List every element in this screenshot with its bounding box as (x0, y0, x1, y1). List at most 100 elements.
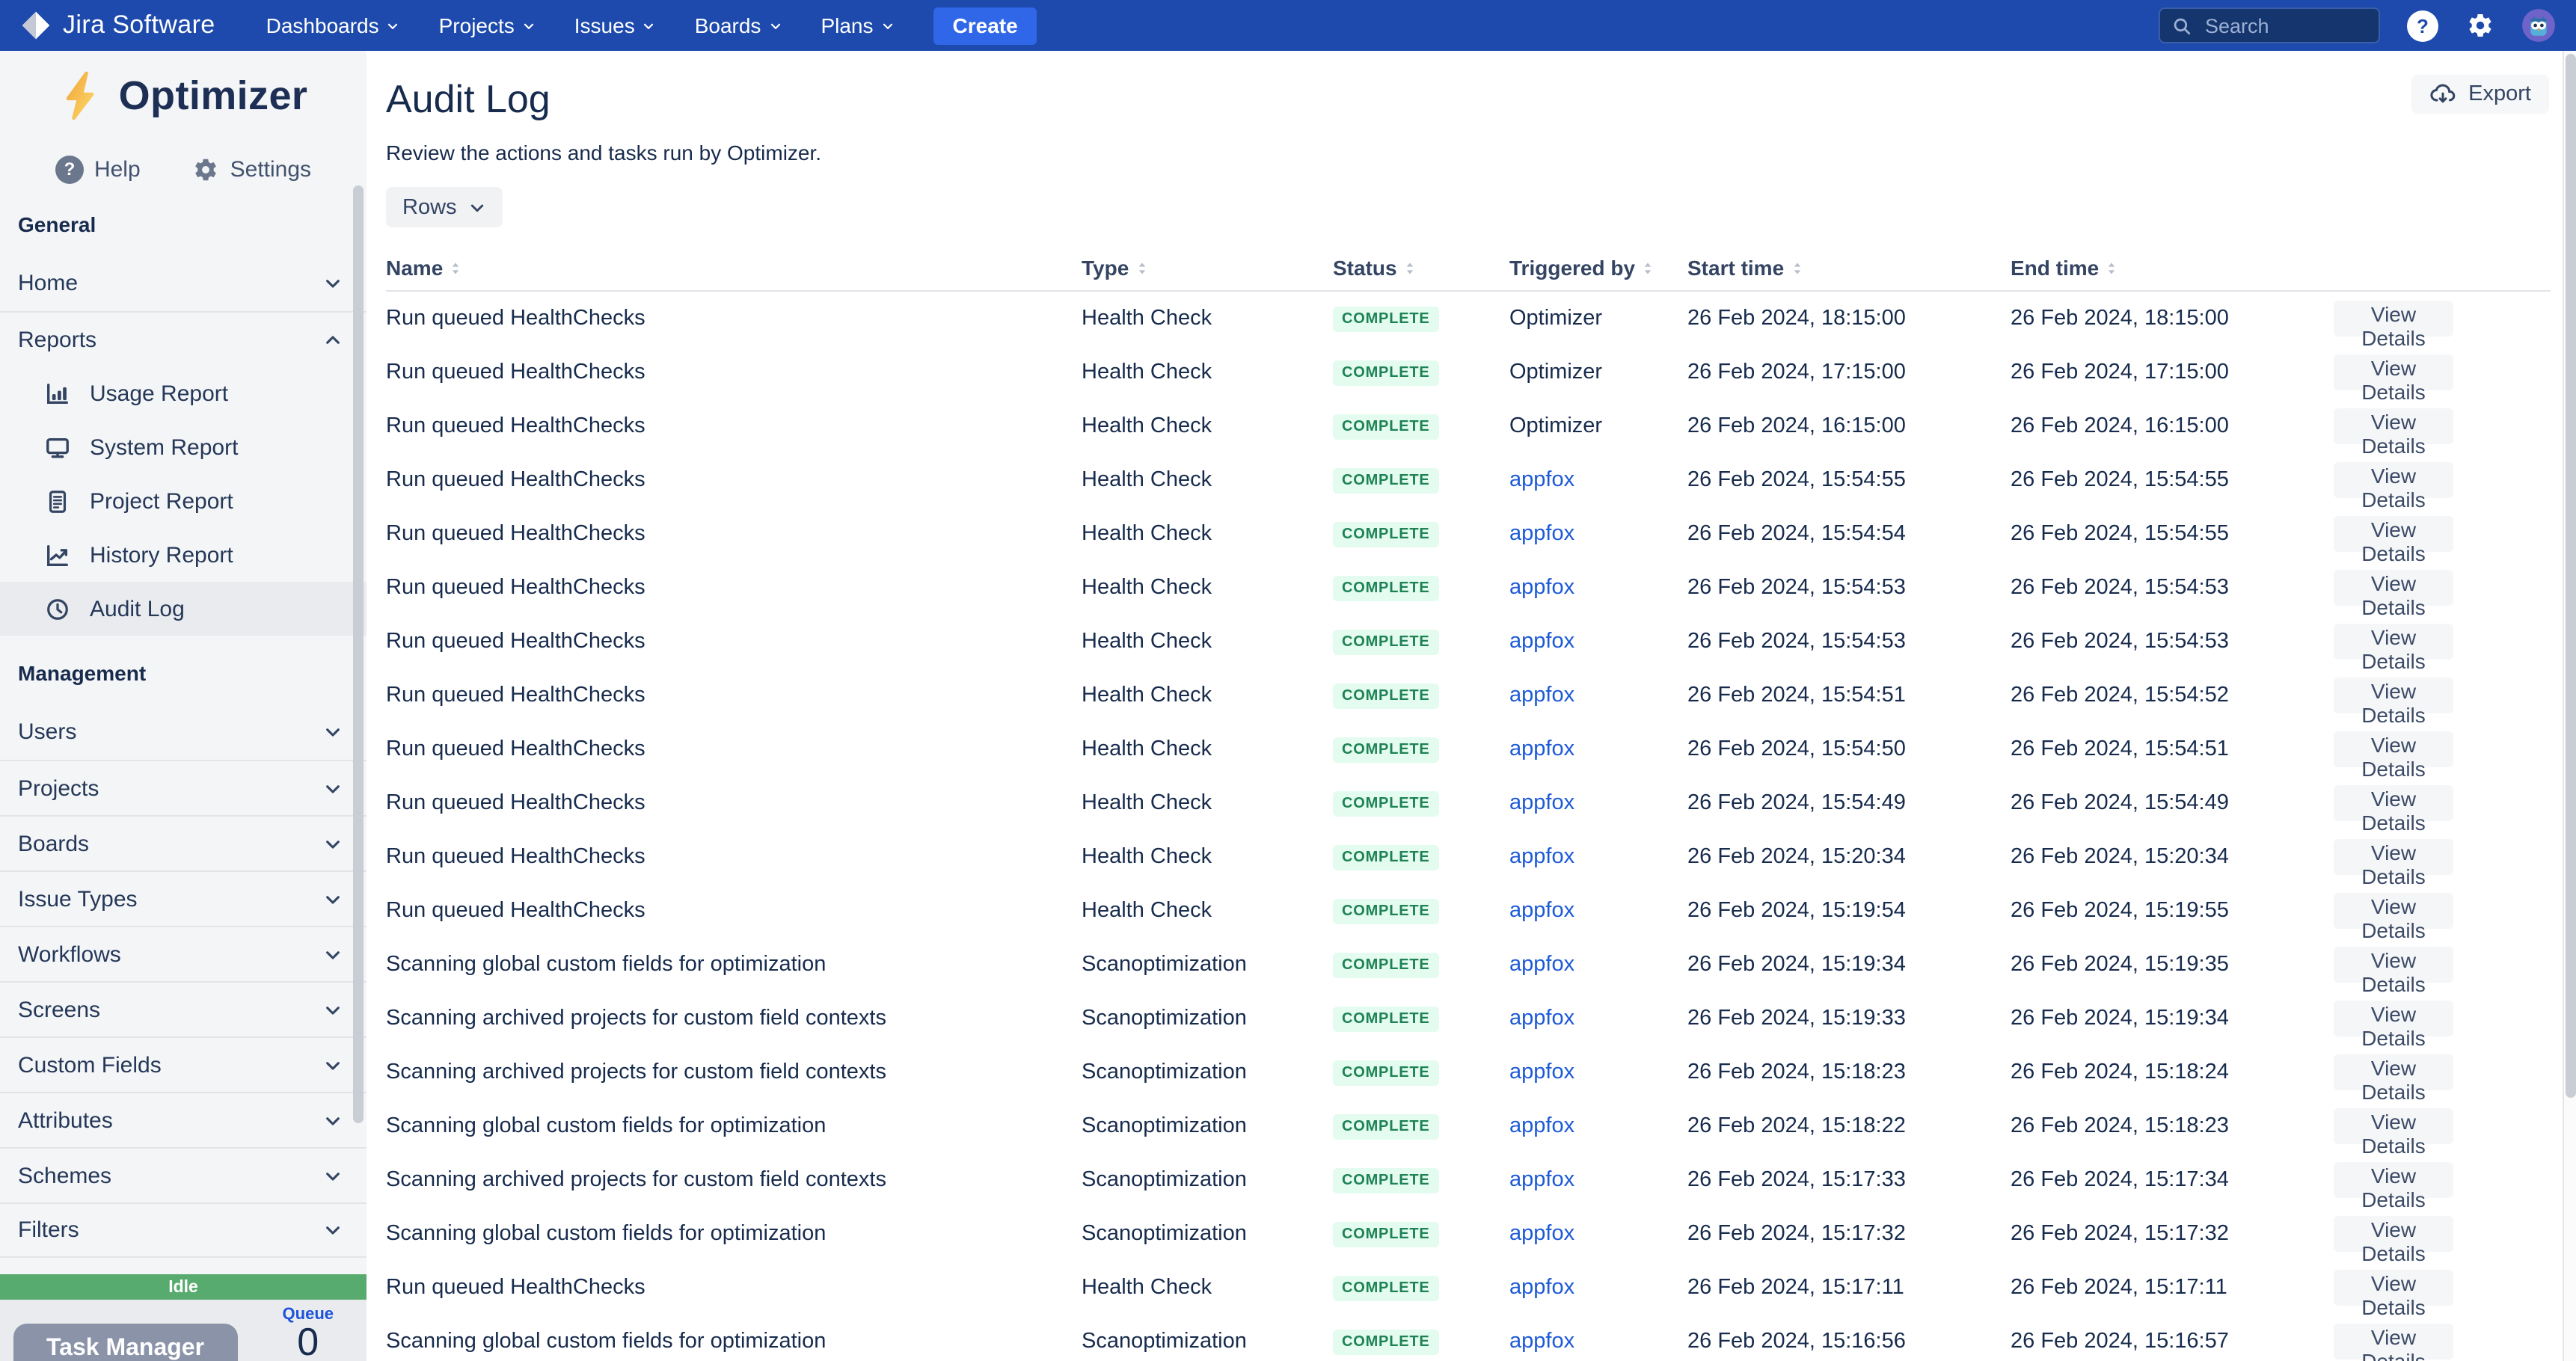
sidebar-item-schemes[interactable]: Schemes (0, 1147, 367, 1202)
view-details-button[interactable]: View Details (2334, 1054, 2453, 1104)
view-details-button[interactable]: View Details (2334, 1216, 2453, 1265)
cell-type: Scanoptimization (1082, 1114, 1247, 1138)
rows-dropdown[interactable]: Rows (386, 187, 503, 227)
sidebar-item-audit-log[interactable]: Audit Log (0, 582, 367, 636)
gear-icon[interactable] (2465, 10, 2495, 40)
table-row: Run queued HealthChecks Health Check COMPL… (386, 722, 2551, 781)
sidebar-sublist-reports: Usage Report System Report Project Report H… (0, 366, 367, 636)
sidebar-item-reports[interactable]: Reports (0, 311, 367, 366)
sidebar-item-workflows[interactable]: Workflows (0, 926, 367, 981)
create-button[interactable]: Create (933, 7, 1037, 44)
view-details-button[interactable]: View Details (2334, 731, 2453, 781)
nav-item-plans[interactable]: Plans (821, 13, 894, 37)
cell-status: COMPLETE (1333, 1328, 1509, 1355)
triggered-by-link[interactable]: appfox (1509, 683, 1574, 707)
chevron-down-icon (323, 834, 343, 853)
nav-item-issues[interactable]: Issues (574, 13, 656, 37)
sidebar-item-boards[interactable]: Boards (0, 815, 367, 870)
triggered-by-link[interactable]: appfox (1509, 1060, 1574, 1084)
column-header-status[interactable]: Status (1333, 256, 1509, 280)
view-details-button[interactable]: View Details (2334, 408, 2453, 458)
document-icon (45, 488, 70, 514)
column-header-end-time[interactable]: End time (2011, 256, 2334, 280)
sidebar-item-custom-fields[interactable]: Custom Fields (0, 1036, 367, 1092)
nav-item-dashboards[interactable]: Dashboards (266, 13, 400, 37)
triggered-by-link[interactable]: appfox (1509, 576, 1574, 600)
cell-triggered-by: appfox (1509, 899, 1687, 923)
search-box[interactable] (2159, 7, 2380, 43)
triggered-by-link[interactable]: appfox (1509, 522, 1574, 546)
export-button[interactable]: Export (2411, 75, 2549, 114)
monitor-icon (45, 434, 70, 460)
sidebar-item-system-report[interactable]: System Report (0, 420, 367, 474)
task-manager-button[interactable]: Task Manager (13, 1324, 238, 1361)
sidebar-item-history-report[interactable]: History Report (0, 528, 367, 582)
sidebar-item-home[interactable]: Home (0, 256, 367, 311)
sidebar-item-project-report[interactable]: Project Report (0, 474, 367, 528)
triggered-by-link[interactable]: appfox (1509, 953, 1574, 977)
triggered-by-link[interactable]: appfox (1509, 1007, 1574, 1030)
triggered-by-link[interactable]: appfox (1509, 1168, 1574, 1192)
section-label-management: Management (18, 661, 147, 685)
sidebar-item-users[interactable]: Users (0, 704, 367, 760)
triggered-by-link[interactable]: appfox (1509, 737, 1574, 761)
cell-start-time: 26 Feb 2024, 15:18:23 (1687, 1060, 1906, 1084)
sidebar: Optimizer ? Help Settings General Home Rep… (0, 51, 367, 1361)
column-header-start-time[interactable]: Start time (1687, 256, 2011, 280)
view-details-button[interactable]: View Details (2334, 462, 2453, 511)
view-details-button[interactable]: View Details (2334, 354, 2453, 404)
user-avatar[interactable] (2522, 9, 2555, 42)
sidebar-item-filters[interactable]: Filters (0, 1202, 367, 1258)
triggered-by-link[interactable]: appfox (1509, 845, 1574, 869)
table-row: Run queued HealthChecks Health Check COMPL… (386, 345, 2551, 404)
search-input[interactable] (2202, 13, 2367, 38)
cell-status: COMPLETE (1333, 359, 1509, 386)
triggered-by-link[interactable]: appfox (1509, 1222, 1574, 1246)
cell-status: COMPLETE (1333, 1005, 1509, 1032)
nav-item-boards[interactable]: Boards (695, 13, 782, 37)
column-header-type[interactable]: Type (1082, 256, 1333, 280)
topnav-menu: Dashboards Projects Issues Boards Plans (266, 13, 933, 37)
view-details-button[interactable]: View Details (2334, 893, 2453, 942)
view-details-button[interactable]: View Details (2334, 301, 2453, 350)
sidebar-item-issue-types[interactable]: Issue Types (0, 870, 367, 926)
cell-triggered-by: appfox (1509, 1330, 1687, 1354)
sidebar-scrollbar[interactable] (353, 185, 364, 1123)
triggered-by-link[interactable]: appfox (1509, 1330, 1574, 1354)
view-details-button[interactable]: View Details (2334, 624, 2453, 673)
view-details-button[interactable]: View Details (2334, 785, 2453, 835)
view-details-button[interactable]: View Details (2334, 1162, 2453, 1211)
view-details-button[interactable]: View Details (2334, 1270, 2453, 1319)
column-header-triggered-by[interactable]: Triggered by (1509, 256, 1687, 280)
table-row: Scanning global custom fields for optimi… (386, 1207, 2551, 1265)
page-scrollbar-thumb[interactable] (2566, 54, 2576, 1098)
triggered-by-link[interactable]: appfox (1509, 791, 1574, 815)
view-details-button[interactable]: View Details (2334, 947, 2453, 996)
help-icon[interactable]: ? (2407, 10, 2438, 41)
cell-end-time: 26 Feb 2024, 15:54:55 (2011, 468, 2229, 492)
view-details-button[interactable]: View Details (2334, 678, 2453, 727)
triggered-by-text: Optimizer (1509, 360, 1603, 384)
view-details-button[interactable]: View Details (2334, 839, 2453, 888)
page-scrollbar[interactable] (2563, 51, 2576, 1361)
view-details-button[interactable]: View Details (2334, 1001, 2453, 1050)
triggered-by-link[interactable]: appfox (1509, 630, 1574, 654)
triggered-by-link[interactable]: appfox (1509, 1276, 1574, 1300)
nav-item-projects[interactable]: Projects (439, 13, 536, 37)
column-header-name[interactable]: Name (386, 256, 1082, 280)
cell-triggered-by: appfox (1509, 845, 1687, 869)
view-details-button[interactable]: View Details (2334, 570, 2453, 619)
sidebar-item-projects[interactable]: Projects (0, 760, 367, 815)
view-details-button[interactable]: View Details (2334, 1108, 2453, 1158)
sidebar-settings-button[interactable]: Settings (191, 155, 311, 183)
view-details-button[interactable]: View Details (2334, 516, 2453, 565)
sidebar-item-attributes[interactable]: Attributes (0, 1092, 367, 1147)
triggered-by-link[interactable]: appfox (1509, 468, 1574, 492)
triggered-by-link[interactable]: appfox (1509, 1114, 1574, 1138)
sidebar-help-button[interactable]: ? Help (55, 155, 141, 183)
sidebar-item-usage-report[interactable]: Usage Report (0, 366, 367, 420)
jira-brand[interactable]: Jira Software (21, 10, 215, 40)
sidebar-item-screens[interactable]: Screens (0, 981, 367, 1036)
triggered-by-link[interactable]: appfox (1509, 899, 1574, 923)
view-details-button[interactable]: View Details (2334, 1324, 2453, 1361)
